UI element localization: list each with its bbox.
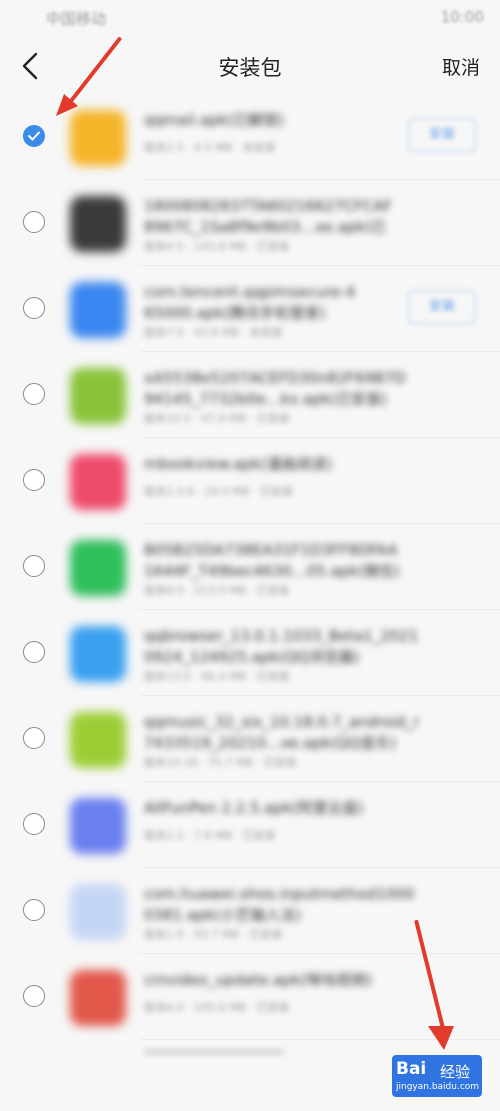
package-list: qqmail.apk(已解锁) 版本2.5 · 4.5 MB · 未安装 安装 180… — [0, 94, 500, 1040]
app-icon — [70, 540, 126, 596]
app-icon — [70, 282, 126, 338]
app-icon — [70, 454, 126, 510]
app-icon — [70, 970, 126, 1026]
watermark-product: 经验 — [440, 1063, 471, 1081]
package-name: B05B25DA738EA31F1D3FF8DFAA 1644F_T49bec4… — [144, 541, 400, 580]
watermark-url: jingyan.baidu.com — [396, 1082, 480, 1092]
package-name: qqmail.apk(已解锁) — [144, 111, 285, 129]
clock-label: 10:00 — [440, 8, 484, 26]
package-name: qqmusic_32_six_10.18.0.7_android_r 74335… — [144, 713, 420, 752]
list-item[interactable]: B05B25DA738EA31F1D3FF8DFAA 1644F_T49bec4… — [0, 524, 500, 610]
list-item[interactable]: xA5538e5207ACEFD30n82F69B7D 94145_7732b0… — [0, 352, 500, 438]
package-name: mbookview.apk(漫画阅读) — [144, 455, 333, 473]
list-item[interactable]: AllFunPen 2.2.5.apk(阿里云盘) 版本2.2 · 7.8 MB … — [0, 782, 500, 868]
package-name: cmvideo_update.apk(咪咕视频) — [144, 971, 373, 989]
list-item[interactable]: com.tencent.qqpimsecure-4 65000.apk(腾讯手机… — [0, 266, 500, 352]
package-meta: 版本2.2 · 7.8 MB · 已安装 — [144, 829, 276, 842]
package-meta: 版本10.18 · 75.7 MB · 已安装 — [144, 756, 297, 769]
list-item[interactable]: com.huawei.ohos.inputmethod1000 0381.apk… — [0, 868, 500, 954]
package-meta: 版本2.3.6 · 24.0 MB · 已安装 — [144, 485, 293, 498]
app-icon — [70, 798, 126, 854]
list-item[interactable]: qqmusic_32_six_10.18.0.7_android_r 74335… — [0, 696, 500, 782]
checkbox[interactable] — [23, 641, 45, 663]
arrow-head-icon — [56, 94, 78, 116]
top-bar: 安装包 取消 — [0, 38, 500, 94]
arrow-head-icon — [428, 1026, 454, 1050]
app-icon — [70, 368, 126, 424]
watermark-brand: Bai — [396, 1059, 427, 1079]
checkmark-icon — [28, 131, 40, 141]
package-meta: 版本13.0 · 66.4 MB · 已安装 — [144, 670, 290, 683]
package-name: 18008082837TA60216627CFCAF 8967C_1Sa8f9e… — [144, 197, 393, 236]
cancel-button[interactable]: 取消 — [442, 53, 480, 80]
checkbox[interactable] — [23, 211, 45, 233]
status-bar: 中国移动 10:00 — [0, 0, 500, 38]
app-icon — [70, 884, 126, 940]
checkbox[interactable] — [23, 727, 45, 749]
list-item[interactable]: 18008082837TA60216627CFCAF 8967C_1Sa8f9e… — [0, 180, 500, 266]
package-name: xA5538e5207ACEFD30n82F69B7D 94145_7732b0… — [144, 369, 406, 408]
carrier-label: 中国移动 — [46, 10, 107, 28]
app-icon — [70, 626, 126, 682]
watermark-logo: Bai 经验 jingyan.baidu.com — [392, 1055, 482, 1097]
list-item[interactable]: mbookview.apk(漫画阅读) 版本2.3.6 · 24.0 MB · 已… — [0, 438, 500, 524]
install-button[interactable]: 安装 — [408, 290, 476, 324]
checkbox[interactable] — [23, 469, 45, 491]
package-name: com.tencent.qqpimsecure-4 65000.apk(腾讯手机… — [144, 283, 356, 322]
page-title: 安装包 — [218, 56, 282, 80]
checkbox-checked[interactable] — [23, 125, 45, 147]
package-meta: 版本6.0 · 105.6 MB · 已安装 — [144, 1001, 290, 1014]
list-item[interactable]: qqbrowser_13.0.1.1033_Beta1_2021 0924_12… — [0, 610, 500, 696]
checkbox[interactable] — [23, 383, 45, 405]
checkbox[interactable] — [23, 985, 45, 1007]
package-meta: 版本1.0 · 93.7 MB · 已安装 — [144, 928, 283, 941]
checkbox[interactable] — [23, 555, 45, 577]
package-name: AllFunPen 2.2.5.apk(阿里云盘) — [144, 799, 364, 817]
package-meta: 版本8.0 · 213.0 MB · 已安装 — [144, 584, 290, 597]
package-name: com.huawei.ohos.inputmethod1000 0381.apk… — [144, 885, 415, 924]
package-meta: 版本10.5 · 47.9 MB · 已安装 — [144, 412, 290, 425]
package-name: qqbrowser_13.0.1.1033_Beta1_2021 0924_12… — [144, 627, 419, 666]
app-icon — [70, 196, 126, 252]
checkbox[interactable] — [23, 899, 45, 921]
checkbox[interactable] — [23, 297, 45, 319]
package-meta: 版本2.5 · 4.5 MB · 未安装 — [144, 141, 276, 154]
package-meta: 版本4.5 · 143.8 MB · 已安装 — [144, 240, 290, 253]
install-button[interactable]: 安装 — [408, 118, 476, 152]
app-icon — [70, 712, 126, 768]
checkbox[interactable] — [23, 813, 45, 835]
package-meta: 版本7.5 · 43.8 MB · 未安装 — [144, 326, 283, 339]
